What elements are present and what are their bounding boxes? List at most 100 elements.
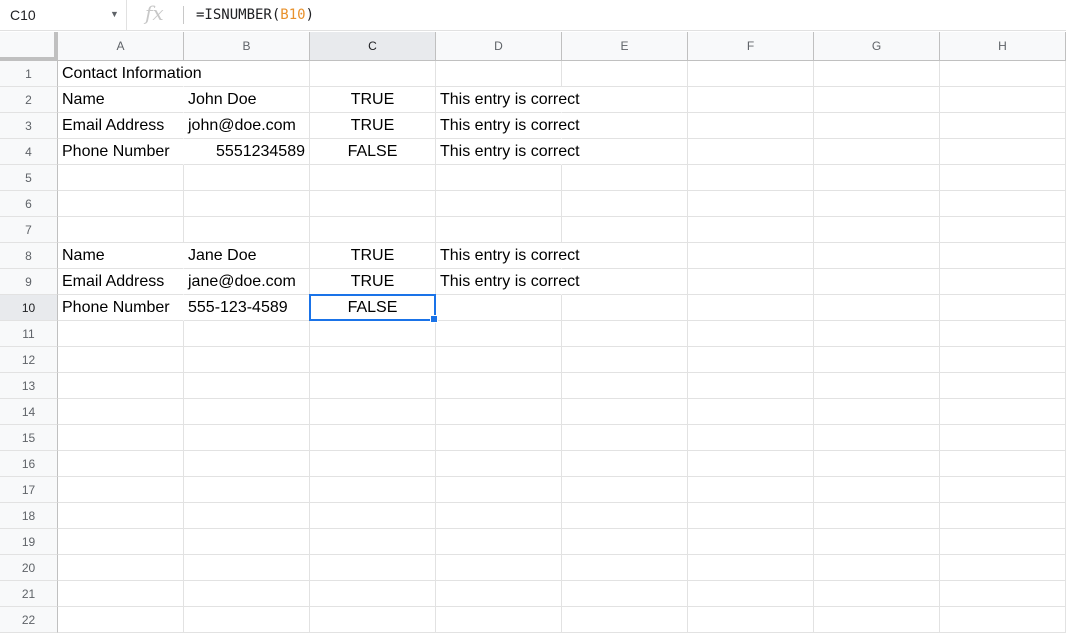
cell-e21[interactable] [562, 581, 688, 607]
cell-a7[interactable] [58, 217, 184, 243]
column-header-b[interactable]: B [184, 32, 310, 61]
row-header-14[interactable]: 14 [0, 399, 58, 425]
row-header-1[interactable]: 1 [0, 61, 58, 87]
cell-b4[interactable]: 5551234589 [184, 139, 310, 165]
cell-a2[interactable]: Name [58, 87, 184, 113]
cell-f15[interactable] [688, 425, 814, 451]
cell-e22[interactable] [562, 607, 688, 633]
cell-d5[interactable] [436, 165, 562, 191]
row-header-16[interactable]: 16 [0, 451, 58, 477]
cell-b17[interactable] [184, 477, 310, 503]
cell-c15[interactable] [310, 425, 436, 451]
cell-e18[interactable] [562, 503, 688, 529]
cell-c18[interactable] [310, 503, 436, 529]
cell-g19[interactable] [814, 529, 940, 555]
row-header-15[interactable]: 15 [0, 425, 58, 451]
cell-a19[interactable] [58, 529, 184, 555]
cell-f18[interactable] [688, 503, 814, 529]
cell-h17[interactable] [940, 477, 1066, 503]
cell-a12[interactable] [58, 347, 184, 373]
cell-f16[interactable] [688, 451, 814, 477]
cell-b16[interactable] [184, 451, 310, 477]
column-header-h[interactable]: H [940, 32, 1066, 61]
cell-h4[interactable] [940, 139, 1066, 165]
cell-c12[interactable] [310, 347, 436, 373]
cell-h9[interactable] [940, 269, 1066, 295]
column-header-c[interactable]: C [310, 32, 436, 61]
cell-h7[interactable] [940, 217, 1066, 243]
cell-a4[interactable]: Phone Number [58, 139, 184, 165]
column-header-d[interactable]: D [436, 32, 562, 61]
cell-b5[interactable] [184, 165, 310, 191]
cell-c22[interactable] [310, 607, 436, 633]
cell-h3[interactable] [940, 113, 1066, 139]
cell-h16[interactable] [940, 451, 1066, 477]
cell-f20[interactable] [688, 555, 814, 581]
cell-b12[interactable] [184, 347, 310, 373]
cell-e2[interactable] [562, 87, 688, 113]
cell-g14[interactable] [814, 399, 940, 425]
row-header-12[interactable]: 12 [0, 347, 58, 373]
cell-b2[interactable]: John Doe [184, 87, 310, 113]
cell-h2[interactable] [940, 87, 1066, 113]
cell-c17[interactable] [310, 477, 436, 503]
cell-c21[interactable] [310, 581, 436, 607]
row-header-2[interactable]: 2 [0, 87, 58, 113]
cell-e13[interactable] [562, 373, 688, 399]
cell-d21[interactable] [436, 581, 562, 607]
cell-f1[interactable] [688, 61, 814, 87]
row-header-7[interactable]: 7 [0, 217, 58, 243]
cell-e9[interactable] [562, 269, 688, 295]
cell-e15[interactable] [562, 425, 688, 451]
cell-f19[interactable] [688, 529, 814, 555]
cell-d18[interactable] [436, 503, 562, 529]
cell-e6[interactable] [562, 191, 688, 217]
column-header-g[interactable]: G [814, 32, 940, 61]
cell-c5[interactable] [310, 165, 436, 191]
cell-g16[interactable] [814, 451, 940, 477]
cell-e7[interactable] [562, 217, 688, 243]
cell-b14[interactable] [184, 399, 310, 425]
cell-f13[interactable] [688, 373, 814, 399]
cell-d4[interactable]: This entry is correct [436, 139, 580, 165]
formula-input[interactable]: =ISNUMBER(B10) [196, 7, 314, 23]
cell-d8[interactable]: This entry is correct [436, 243, 580, 269]
chevron-down-icon[interactable]: ▼ [110, 9, 119, 19]
cell-e5[interactable] [562, 165, 688, 191]
row-header-10[interactable]: 10 [0, 295, 58, 321]
cell-f9[interactable] [688, 269, 814, 295]
cell-g3[interactable] [814, 113, 940, 139]
cell-g11[interactable] [814, 321, 940, 347]
cell-g6[interactable] [814, 191, 940, 217]
cell-b11[interactable] [184, 321, 310, 347]
cell-h12[interactable] [940, 347, 1066, 373]
cell-h11[interactable] [940, 321, 1066, 347]
cell-e16[interactable] [562, 451, 688, 477]
cell-c2[interactable]: TRUE [310, 87, 436, 113]
row-header-22[interactable]: 22 [0, 607, 58, 633]
cell-f10[interactable] [688, 295, 814, 321]
cell-f14[interactable] [688, 399, 814, 425]
cell-e4[interactable] [562, 139, 688, 165]
row-header-6[interactable]: 6 [0, 191, 58, 217]
cell-d14[interactable] [436, 399, 562, 425]
cell-c11[interactable] [310, 321, 436, 347]
cell-d6[interactable] [436, 191, 562, 217]
cell-a21[interactable] [58, 581, 184, 607]
cell-d16[interactable] [436, 451, 562, 477]
cell-f11[interactable] [688, 321, 814, 347]
cell-h21[interactable] [940, 581, 1066, 607]
cell-e3[interactable] [562, 113, 688, 139]
cell-c10[interactable]: FALSE [310, 295, 436, 321]
cell-c19[interactable] [310, 529, 436, 555]
cell-d13[interactable] [436, 373, 562, 399]
cell-b9[interactable]: jane@doe.com [184, 269, 310, 295]
cell-d22[interactable] [436, 607, 562, 633]
cell-a10[interactable]: Phone Number [58, 295, 184, 321]
cell-b22[interactable] [184, 607, 310, 633]
cell-g22[interactable] [814, 607, 940, 633]
cell-h14[interactable] [940, 399, 1066, 425]
cell-h18[interactable] [940, 503, 1066, 529]
cell-d11[interactable] [436, 321, 562, 347]
cell-g4[interactable] [814, 139, 940, 165]
